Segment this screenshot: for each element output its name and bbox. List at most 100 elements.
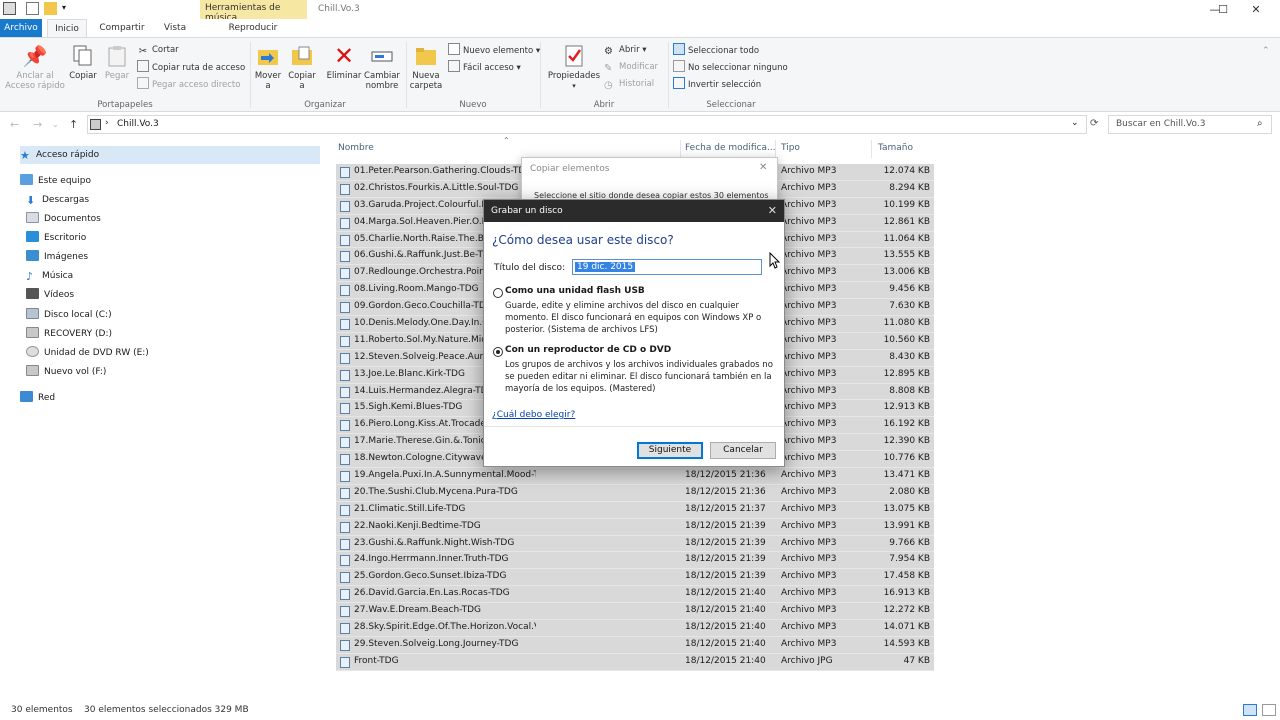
table-row[interactable]: 24.Ingo.Herrmann.Inner.Truth-TDG 18/12/20… (336, 552, 934, 570)
cd-dvd-player-radio[interactable] (493, 347, 503, 357)
copy-dialog-close-icon[interactable]: ✕ (759, 162, 767, 173)
file-size: 12.913 KB (883, 402, 930, 413)
search-box[interactable]: Buscar en Chill.Vo.3 ⌕ (1108, 115, 1272, 134)
sidebar-item-local-disk[interactable]: Disco local (C:) (26, 306, 112, 324)
select-all-button[interactable]: Seleccionar todo (673, 43, 759, 58)
qa-dropdown-icon[interactable]: ▾ (62, 3, 66, 12)
table-row[interactable]: 28.Sky.Spirit.Edge.Of.The.Horizon.Vocal.… (336, 620, 934, 637)
pin-quick-access-button[interactable]: 📌 Anclar al Acceso rápido (4, 44, 66, 91)
sidebar-item-quick-access[interactable]: ★ Acceso rápido (20, 146, 320, 164)
easy-access-button[interactable]: Fácil acceso ▾ (448, 60, 521, 75)
history-button[interactable]: ◷ Historial (604, 77, 654, 92)
new-item-button[interactable]: Nuevo elemento ▾ (448, 43, 540, 58)
sidebar-item-pictures[interactable]: Imágenes (26, 248, 88, 266)
tab-inicio[interactable]: Inicio (47, 19, 87, 37)
audio-file-icon (340, 623, 350, 635)
table-row[interactable]: 21.Climatic.Still.Life-TDG 18/12/2015 21:… (336, 501, 934, 519)
move-folder-icon (256, 44, 280, 68)
details-view-icon[interactable] (1243, 704, 1257, 716)
sidebar-item-network[interactable]: Red (20, 389, 55, 407)
sidebar-item-new-volume[interactable]: Nuevo vol (F:) (26, 363, 106, 381)
table-row[interactable]: 20.The.Sushi.Club.Mycena.Pura-TDG 18/12/2… (336, 484, 934, 502)
burn-dialog-close-icon[interactable]: ✕ (768, 200, 777, 222)
tab-archivo[interactable]: Archivo (0, 19, 42, 37)
table-row[interactable]: 23.Gushi.&.Raffunk.Night.Wish-TDG 18/12/2… (336, 535, 934, 553)
close-button[interactable]: ✕ (1240, 0, 1272, 19)
file-date: 18/12/2015 21:40 (685, 638, 766, 649)
history-icon: ◷ (604, 80, 613, 91)
sidebar-item-music[interactable]: ♪ Música (26, 267, 73, 285)
next-button[interactable]: Siguiente (637, 442, 703, 459)
search-icon[interactable]: ⌕ (1257, 118, 1263, 129)
new-folder-button[interactable]: Nueva carpeta (408, 44, 444, 91)
edit-button[interactable]: ✎ Modificar (604, 60, 658, 75)
audio-file-icon (340, 268, 350, 280)
copy-path-button[interactable]: Copiar ruta de acceso (137, 60, 245, 75)
refresh-icon[interactable]: ⟳ (1090, 118, 1098, 129)
column-size[interactable]: Tamaño (878, 143, 913, 153)
rename-button[interactable]: Cambiar nombre (362, 44, 402, 91)
column-name[interactable]: Nombre (338, 143, 374, 153)
file-size: 8.808 KB (889, 385, 930, 396)
sidebar-item-downloads[interactable]: ⬇ Descargas (26, 191, 89, 209)
cd-dvd-option-title[interactable]: Con un reproductor de CD o DVD (505, 345, 671, 355)
tab-vista[interactable]: Vista (157, 19, 193, 37)
select-none-button[interactable]: No seleccionar ninguno (673, 60, 788, 75)
sidebar-item-videos[interactable]: Vídeos (26, 286, 74, 304)
large-icons-view-icon[interactable] (1262, 704, 1276, 716)
folder-qa-icon[interactable] (44, 2, 57, 15)
recent-locations-icon[interactable]: ⌄ (52, 120, 59, 129)
back-arrow-icon[interactable]: ← (10, 118, 19, 131)
usb-flash-radio[interactable] (493, 288, 503, 298)
disc-title-input[interactable]: 19 dic. 2015 (572, 259, 762, 275)
usb-option-title[interactable]: Como una unidad flash USB (505, 286, 645, 296)
collapse-ribbon-icon[interactable]: ⌃ (1262, 46, 1270, 56)
paste-shortcut-button[interactable]: Pegar acceso directo (137, 77, 240, 92)
cancel-button[interactable]: Cancelar (710, 442, 776, 459)
column-date[interactable]: Fecha de modifica... (685, 143, 776, 153)
sidebar-item-this-pc[interactable]: Este equipo (20, 172, 91, 190)
column-divider[interactable] (871, 140, 872, 158)
column-divider[interactable] (775, 140, 776, 158)
which-should-i-choose-link[interactable]: ¿Cuál debo elegir? (492, 410, 575, 420)
file-date: 18/12/2015 21:40 (685, 605, 766, 616)
maximize-button[interactable]: ☐ (1207, 0, 1239, 19)
column-type[interactable]: Tipo (781, 143, 800, 153)
table-row[interactable]: 26.David.Garcia.En.Las.Rocas-TDG 18/12/20… (336, 586, 934, 604)
file-size: 14.071 KB (883, 622, 930, 633)
tab-reproducir[interactable]: Reproducir (222, 19, 284, 37)
breadcrumb[interactable]: Chill.Vo.3 (117, 119, 159, 129)
copy-button[interactable]: Copiar (66, 44, 100, 81)
properties-button[interactable]: Propiedades ▾ (545, 44, 603, 91)
move-to-button[interactable]: Mover a (252, 44, 284, 91)
file-type: Archivo JPG (781, 655, 833, 666)
sidebar-item-recovery[interactable]: RECOVERY (D:) (26, 325, 112, 343)
table-row[interactable]: 22.Naoki.Kenji.Bedtime-TDG 18/12/2015 21:… (336, 518, 934, 536)
forward-arrow-icon[interactable]: → (33, 118, 42, 131)
table-row[interactable]: 27.Wav.E.Dream.Beach-TDG 18/12/2015 21:40… (336, 603, 934, 621)
paste-button[interactable]: Pegar (101, 44, 133, 81)
sidebar-item-dvd[interactable]: Unidad de DVD RW (E:) (26, 344, 149, 362)
copy-to-button[interactable]: Copiar a (285, 44, 319, 91)
cut-button[interactable]: ✂ Cortar (137, 43, 179, 58)
tab-compartir[interactable]: Compartir (96, 19, 148, 37)
file-size: 9.456 KB (889, 284, 930, 295)
table-row[interactable]: Front-TDG 18/12/2015 21:40 Archivo JPG 47 K… (336, 653, 934, 671)
address-bar[interactable]: › Chill.Vo.3 ⌄ (87, 115, 1087, 134)
invert-selection-button[interactable]: Invertir selección (673, 77, 761, 92)
window-icon[interactable] (3, 2, 16, 15)
music-tools-tab[interactable]: Herramientas de música (200, 0, 307, 23)
properties-qa-icon[interactable] (26, 2, 39, 15)
table-row[interactable]: 29.Steven.Solveig.Long.Journey-TDG 18/12/… (336, 636, 934, 654)
sidebar-item-documents[interactable]: Documentos (26, 210, 101, 228)
table-row[interactable]: 25.Gordon.Geco.Sunset.Ibiza-TDG 18/12/201… (336, 569, 934, 587)
table-row[interactable]: 19.Angela.Puxi.In.A.Sunnymental.Mood-TDG… (336, 468, 934, 485)
up-arrow-icon[interactable]: ↑ (69, 118, 78, 131)
column-divider[interactable] (680, 140, 681, 158)
file-name: 22.Naoki.Kenji.Bedtime-TDG (354, 520, 481, 531)
search-input[interactable]: Buscar en Chill.Vo.3 (1116, 119, 1205, 129)
sidebar-item-desktop[interactable]: Escritorio (26, 229, 86, 247)
delete-button[interactable]: ✕ Eliminar (326, 44, 362, 81)
address-dropdown-icon[interactable]: ⌄ (1071, 118, 1079, 128)
open-button[interactable]: ⚙ Abrir ▾ (604, 43, 647, 58)
